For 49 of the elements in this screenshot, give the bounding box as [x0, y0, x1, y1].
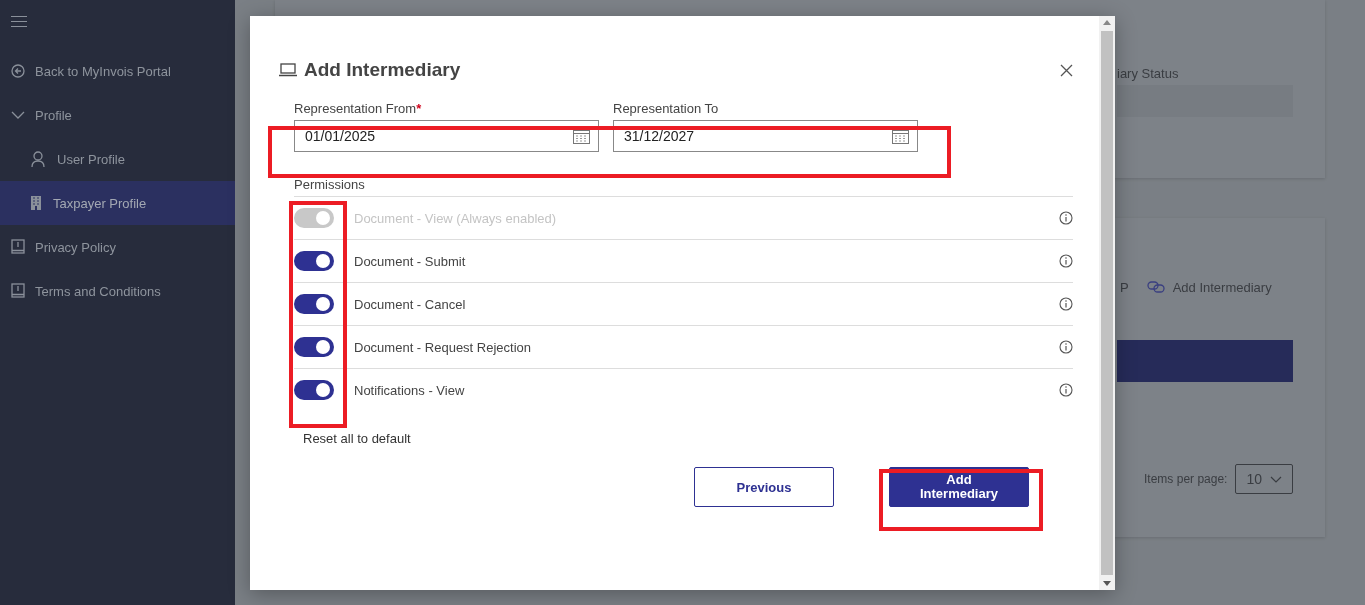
- field-label: Representation To: [613, 101, 720, 116]
- user-icon: [31, 151, 45, 167]
- field-label: iary Status: [1117, 66, 1180, 81]
- info-icon[interactable]: [1059, 383, 1073, 397]
- date-field[interactable]: 01/01/2025: [294, 120, 599, 152]
- previous-button[interactable]: Previous: [694, 467, 834, 507]
- sidebar-item[interactable]: User Profile: [0, 137, 235, 181]
- info-icon[interactable]: [1059, 340, 1073, 354]
- laptop-icon: [278, 63, 298, 77]
- permission-label: Notifications - View: [354, 382, 466, 398]
- chevron-icon: [1270, 475, 1282, 483]
- calendar-icon[interactable]: [892, 128, 909, 144]
- book-icon: [11, 239, 25, 255]
- reset-link[interactable]: Reset all to default: [303, 431, 411, 446]
- items-per-page-select[interactable]: 10: [1235, 464, 1293, 494]
- tab-label[interactable]: P: [1120, 279, 1129, 295]
- sidebar-item[interactable]: Terms and Conditions: [0, 269, 235, 313]
- calendar-icon[interactable]: [573, 128, 590, 144]
- back-arrow-icon: [11, 64, 25, 78]
- book-icon: [11, 283, 25, 299]
- link-icon: [1146, 281, 1165, 293]
- toggle-switch[interactable]: [294, 294, 334, 314]
- add-intermediary-button[interactable]: Add Intermediary: [889, 467, 1029, 507]
- scrollbar[interactable]: [1099, 16, 1115, 590]
- scroll-down-icon[interactable]: [1103, 581, 1111, 586]
- sidebar-item[interactable]: Back to MyInvois Portal: [0, 49, 235, 93]
- info-icon[interactable]: [1059, 254, 1073, 268]
- add-intermediary-link[interactable]: Add Intermediary: [1172, 279, 1272, 295]
- toggle-switch[interactable]: [294, 337, 334, 357]
- field-label: Representation From*: [294, 101, 423, 116]
- permission-label: Document - Cancel: [354, 296, 467, 312]
- toggle-switch[interactable]: [294, 251, 334, 271]
- permission-label: Document - View (Always enabled): [354, 210, 558, 226]
- permission-label: Document - Request Rejection: [354, 339, 533, 355]
- close-icon[interactable]: [1060, 63, 1073, 77]
- sidebar-item[interactable]: Profile: [0, 93, 235, 137]
- date-field[interactable]: 31/12/2027: [613, 120, 918, 152]
- sidebar-item[interactable]: Taxpayer Profile: [0, 181, 235, 225]
- dialog-title: Add Intermediary: [304, 59, 461, 81]
- building-icon: [31, 196, 41, 210]
- permission-label: Document - Submit: [354, 253, 467, 269]
- sidebar-item[interactable]: Privacy Policy: [0, 225, 235, 269]
- scroll-up-icon[interactable]: [1103, 20, 1111, 25]
- menu-icon[interactable]: [11, 16, 27, 27]
- toggle-switch[interactable]: [294, 380, 334, 400]
- info-icon[interactable]: [1059, 297, 1073, 311]
- section-label: Permissions: [294, 177, 366, 192]
- info-icon[interactable]: [1059, 211, 1073, 225]
- items-per-page-label: Items per page:: [1144, 472, 1228, 486]
